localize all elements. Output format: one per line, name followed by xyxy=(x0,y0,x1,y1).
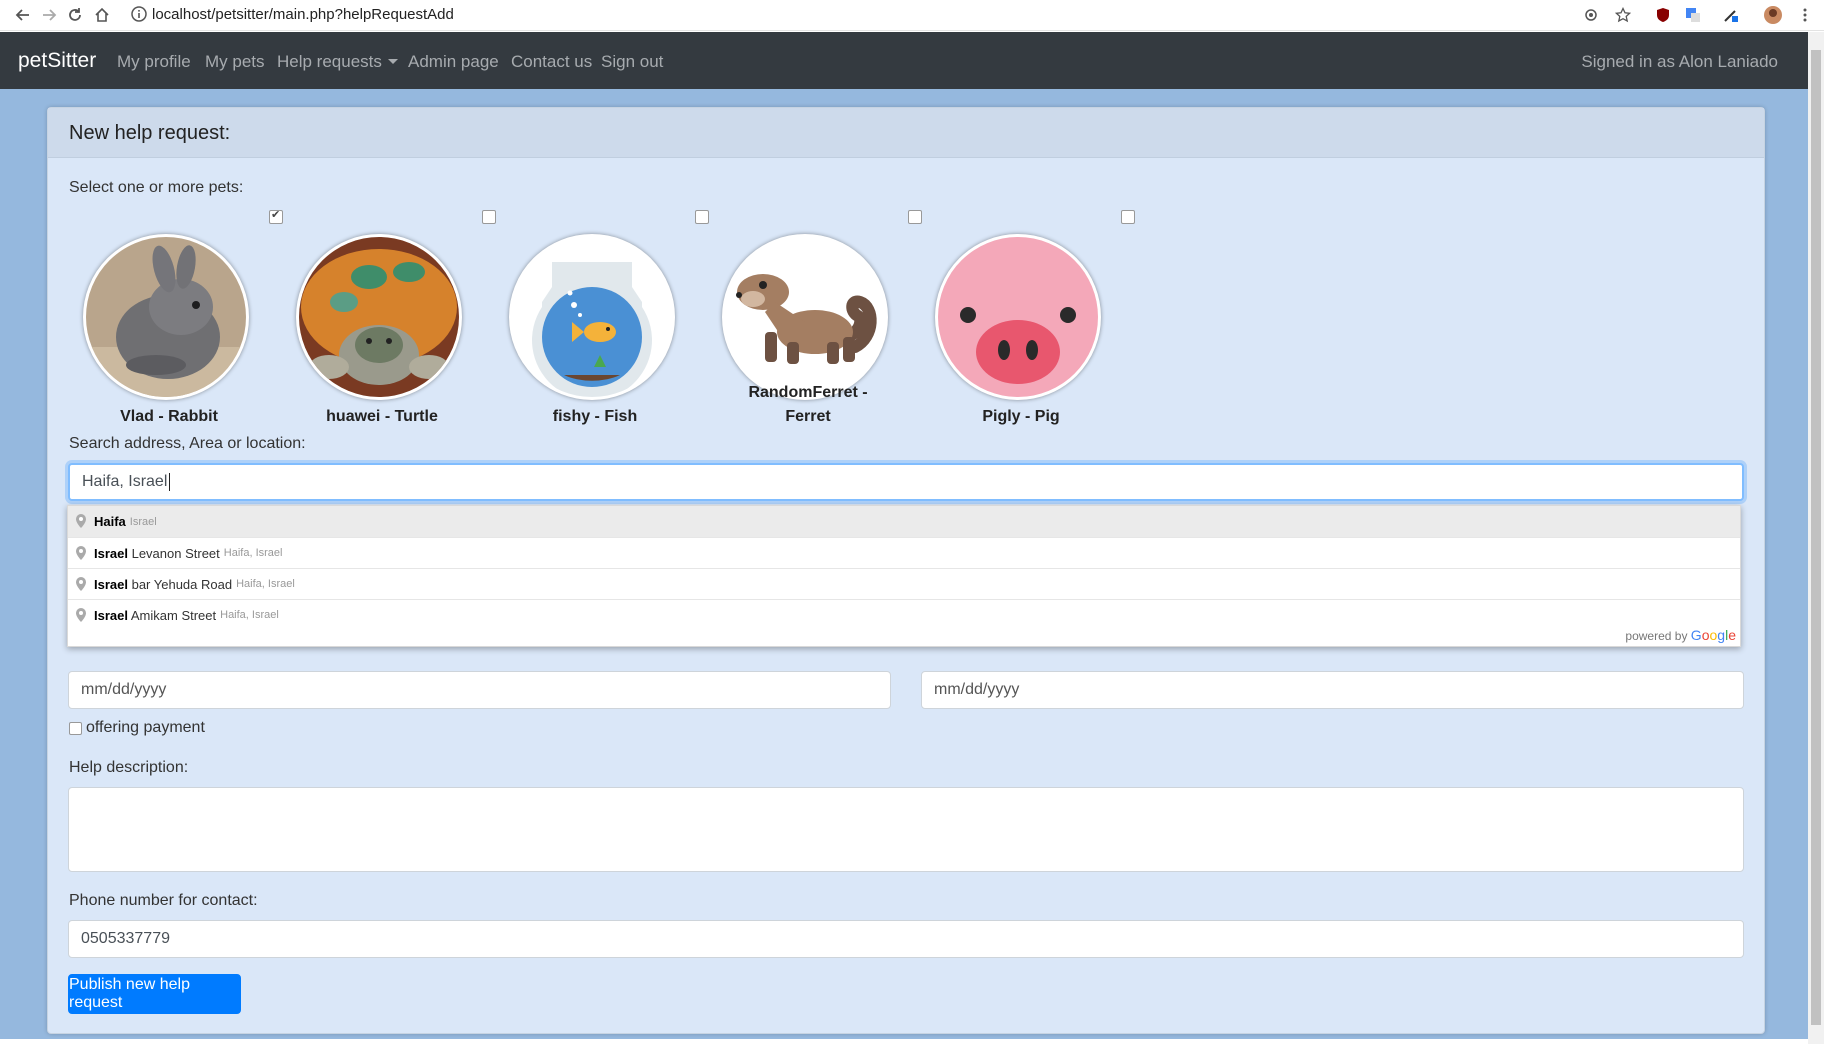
autocomplete-rest: Amikam Street xyxy=(127,607,217,623)
pet-checkbox-fish[interactable] xyxy=(695,210,709,224)
card-header: New help request: xyxy=(48,108,1764,158)
map-pin-icon xyxy=(76,577,86,591)
autocomplete-rest: Levanon Street xyxy=(127,545,220,561)
bookmark-star-icon[interactable] xyxy=(1612,4,1634,26)
pets-label: Select one or more pets: xyxy=(69,179,244,196)
nav-my-profile[interactable]: My profile xyxy=(117,52,191,72)
powered-by-google: powered by Google xyxy=(1625,627,1736,643)
forward-icon[interactable] xyxy=(36,2,62,28)
map-pin-icon xyxy=(76,514,86,528)
scrollbar-thumb[interactable] xyxy=(1811,50,1821,1025)
autocomplete-item[interactable]: Haifa Israel xyxy=(68,506,1740,537)
reload-icon[interactable] xyxy=(62,2,88,28)
signed-in-status: Signed in as Alon Laniado xyxy=(1581,52,1778,71)
autocomplete-main: Haifa xyxy=(94,514,126,529)
payment-label: offering payment xyxy=(86,719,205,736)
address-label: Search address, Area or location: xyxy=(69,435,306,452)
ferret-icon[interactable] xyxy=(722,234,888,400)
autocomplete-secondary: Haifa, Israel xyxy=(220,609,279,621)
nav-help-requests-label: Help requests xyxy=(277,52,382,71)
start-date-input[interactable]: mm/dd/yyyy xyxy=(68,671,891,709)
nav-sign-out[interactable]: Sign out xyxy=(601,52,663,72)
nav-help-requests[interactable]: Help requests xyxy=(277,52,398,72)
home-icon[interactable] xyxy=(89,2,115,28)
autocomplete-secondary: Haifa, Israel xyxy=(236,578,295,590)
pet-name-turtle: huawei - Turtle xyxy=(326,408,438,425)
turtle-photo[interactable] xyxy=(296,234,462,400)
pet-checkbox-rabbit[interactable] xyxy=(269,208,283,224)
map-pin-icon xyxy=(76,608,86,622)
chevron-down-icon xyxy=(387,59,398,64)
pet-checkbox-turtle[interactable] xyxy=(482,210,496,224)
address-search-input[interactable]: Haifa, Israel xyxy=(68,463,1744,501)
translate-icon[interactable] xyxy=(1682,4,1704,26)
address-bar[interactable]: localhost/petsitter/main.php?helpRequest… xyxy=(152,6,454,23)
pet-name-fish: fishy - Fish xyxy=(552,408,638,425)
autocomplete-main: Israel xyxy=(94,607,128,623)
phone-label: Phone number for contact: xyxy=(69,892,258,909)
description-label: Help description: xyxy=(69,759,189,776)
autocomplete-item[interactable]: Israel Levanon Street Haifa, Israel xyxy=(68,537,1740,568)
end-date-input[interactable]: mm/dd/yyyy xyxy=(921,671,1744,709)
brand-logo[interactable]: petSitter xyxy=(18,49,96,73)
back-icon[interactable] xyxy=(10,2,36,28)
pet-name-ferret-line2: Ferret xyxy=(785,408,831,425)
publish-button[interactable]: Publish new help request xyxy=(68,974,241,1014)
fishbowl-icon[interactable] xyxy=(509,234,675,400)
address-autocomplete-dropdown: Haifa Israel Israel Levanon Street Haifa, … xyxy=(67,505,1741,647)
powered-by-text: powered by xyxy=(1625,629,1688,643)
pet-checkbox-ferret[interactable] xyxy=(908,210,922,224)
google-logo: Google xyxy=(1690,627,1736,643)
address-input-value: Haifa, Israel xyxy=(82,473,168,490)
text-cursor xyxy=(169,473,171,491)
description-textarea[interactable] xyxy=(68,787,1744,872)
menu-kebab-icon[interactable] xyxy=(1794,4,1816,26)
nav-my-pets[interactable]: My pets xyxy=(205,52,265,72)
autocomplete-item[interactable]: Israel bar Yehuda Road Haifa, Israel xyxy=(68,568,1740,599)
profile-avatar[interactable] xyxy=(1762,4,1784,26)
ublock-icon[interactable] xyxy=(1652,4,1674,26)
pet-card-ferret: RandomFerret - Ferret xyxy=(708,210,922,425)
pet-card-rabbit: Vlad - Rabbit xyxy=(69,208,283,425)
autocomplete-main: Israel xyxy=(94,545,128,561)
autocomplete-secondary: Israel xyxy=(129,515,157,528)
nav-admin-page[interactable]: Admin page xyxy=(408,52,499,72)
pet-card-pig: Pigly - Pig xyxy=(921,210,1135,425)
location-icon[interactable] xyxy=(1580,4,1602,26)
pet-card-fish: fishy - Fish xyxy=(495,210,709,425)
info-icon[interactable] xyxy=(130,5,148,23)
page-scrollbar[interactable] xyxy=(1808,32,1824,1044)
pet-name-pig: Pigly - Pig xyxy=(982,408,1060,425)
autocomplete-main: Israel xyxy=(94,576,128,592)
pet-name-rabbit: Vlad - Rabbit xyxy=(120,408,218,425)
phone-input[interactable]: 0505337779 xyxy=(68,920,1744,958)
page-title: New help request: xyxy=(69,122,231,144)
extension-icon[interactable] xyxy=(1720,4,1742,26)
map-pin-icon xyxy=(76,546,86,560)
nav-contact-us[interactable]: Contact us xyxy=(511,52,592,72)
autocomplete-item[interactable]: Israel Amikam Street Haifa, Israel xyxy=(68,599,1740,630)
pet-card-turtle: huawei - Turtle xyxy=(282,210,496,425)
pet-checkbox-pig[interactable] xyxy=(1121,210,1135,224)
pet-name-ferret-line1: RandomFerret - xyxy=(748,384,868,401)
pig-icon[interactable] xyxy=(935,234,1101,400)
rabbit-photo[interactable] xyxy=(83,234,249,400)
top-navbar: petSitter My profile My pets Help reques… xyxy=(0,32,1808,89)
autocomplete-secondary: Haifa, Israel xyxy=(223,547,283,559)
autocomplete-rest: bar Yehuda Road xyxy=(127,576,233,592)
browser-toolbar: localhost/petsitter/main.php?helpRequest… xyxy=(0,0,1824,31)
payment-checkbox[interactable] xyxy=(69,722,82,735)
